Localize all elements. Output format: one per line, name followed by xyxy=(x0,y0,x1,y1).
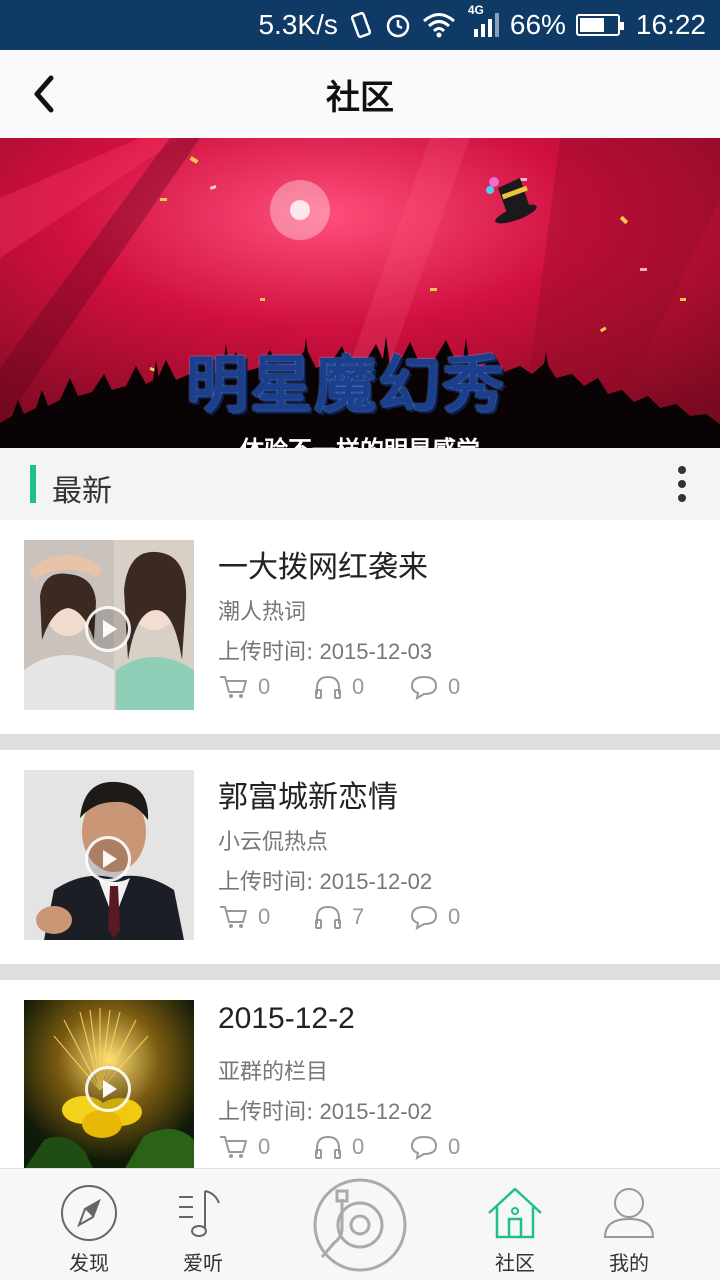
listen-count: 7 xyxy=(352,904,365,929)
cart-stat[interactable]: 0 xyxy=(218,1134,270,1160)
record-player-icon xyxy=(313,1178,407,1272)
upload-time-label: 上传时间: xyxy=(218,1100,314,1125)
item-subtitle: 小云侃热点 xyxy=(218,830,329,855)
nav-label: 社区 xyxy=(495,1251,535,1275)
network-type: 4G xyxy=(467,3,484,17)
comment-count: 0 xyxy=(448,674,461,699)
headphones-icon xyxy=(315,905,341,929)
list-item[interactable]: 一大拨网红袭来 潮人热词 上传时间: 2015-12-03 0 0 0 xyxy=(0,520,720,734)
user-icon xyxy=(603,1188,655,1238)
upload-time-label: 上传时间: xyxy=(218,640,314,665)
nav-label: 我的 xyxy=(609,1251,649,1275)
comment-icon xyxy=(410,675,438,700)
upload-time: 上传时间: 2015-12-02 xyxy=(218,1094,432,1126)
bottom-nav: 发现 爱听 社区 我的 xyxy=(0,1168,720,1280)
nav-label: 爱听 xyxy=(183,1251,223,1275)
listen-stat[interactable]: 0 xyxy=(314,1134,364,1160)
listen-count: 0 xyxy=(352,1134,365,1159)
clock: 16:22 xyxy=(635,9,706,40)
player-button[interactable] xyxy=(312,1177,408,1273)
battery-icon xyxy=(575,14,624,36)
upload-time-value: 2015-12-03 xyxy=(319,639,433,664)
item-stats: 0 7 0 xyxy=(218,904,498,934)
list-separator xyxy=(0,734,720,750)
chevron-left-icon xyxy=(34,75,54,113)
upload-time: 上传时间: 2015-12-02 xyxy=(218,864,432,896)
play-icon[interactable] xyxy=(85,606,131,652)
section-accent-bar xyxy=(30,465,36,503)
headphones-icon xyxy=(315,1135,341,1159)
comment-icon xyxy=(410,1135,438,1160)
headphones-icon xyxy=(315,675,341,699)
item-thumbnail xyxy=(24,770,194,940)
item-stats: 0 0 0 xyxy=(218,1134,498,1164)
comment-count: 0 xyxy=(448,1134,461,1159)
listen-stat[interactable]: 7 xyxy=(314,904,364,930)
compass-icon xyxy=(61,1185,117,1241)
section-title: 最新 xyxy=(52,474,112,509)
upload-time-label: 上传时间: xyxy=(218,870,314,895)
play-icon[interactable] xyxy=(85,1066,131,1112)
list-separator xyxy=(0,964,720,980)
item-title: 2015-12-2 xyxy=(218,1002,355,1035)
comment-stat[interactable]: 0 xyxy=(410,674,460,700)
content-list: 一大拨网红袭来 潮人热词 上传时间: 2015-12-03 0 0 0 郭富城新… xyxy=(0,520,720,1194)
nav-listen[interactable]: 爱听 xyxy=(148,1169,258,1280)
more-dot-icon xyxy=(678,494,686,502)
screen: 5.3K/s 4G 66% 16:22 社区 明星魔幻秀 最新 一大拨网红袭来 … xyxy=(0,0,720,1280)
banner-carousel[interactable]: 明星魔幻秀 体验不一样的明星感觉 xyxy=(0,138,720,448)
banner-subtitle: 体验不一样的明星感觉 xyxy=(240,430,480,448)
item-thumbnail xyxy=(24,540,194,710)
item-thumbnail xyxy=(24,1000,194,1170)
alarm-icon xyxy=(384,10,412,40)
network-speed: 5.3K/s xyxy=(258,9,338,40)
list-item[interactable]: 2015-12-2 亚群的栏目 上传时间: 2015-12-02 0 0 0 xyxy=(0,980,720,1194)
comment-icon xyxy=(410,905,438,930)
page-title: 社区 xyxy=(326,77,394,118)
cart-stat[interactable]: 0 xyxy=(218,904,270,930)
more-dot-icon xyxy=(678,466,686,474)
nav-label: 发现 xyxy=(69,1251,109,1275)
item-subtitle: 亚群的栏目 xyxy=(218,1060,329,1085)
header: 社区 xyxy=(0,50,720,138)
item-subtitle: 潮人热词 xyxy=(218,600,307,625)
cart-count: 0 xyxy=(258,674,271,699)
item-title: 一大拨网红袭来 xyxy=(218,550,428,585)
cart-icon xyxy=(220,676,247,698)
cart-stat[interactable]: 0 xyxy=(218,674,270,700)
more-dot-icon xyxy=(678,480,686,488)
comment-count: 0 xyxy=(448,904,461,929)
nav-discover[interactable]: 发现 xyxy=(34,1169,144,1280)
play-icon[interactable] xyxy=(85,836,131,882)
upload-time-value: 2015-12-02 xyxy=(319,1099,433,1124)
nav-mine[interactable]: 我的 xyxy=(574,1169,684,1280)
cart-icon xyxy=(220,906,247,928)
music-note-icon xyxy=(179,1190,220,1237)
battery-percent: 66% xyxy=(509,9,566,40)
listen-count: 0 xyxy=(352,674,365,699)
cart-count: 0 xyxy=(258,904,271,929)
item-stats: 0 0 0 xyxy=(218,674,498,704)
banner-title: 明星魔幻秀 xyxy=(186,348,507,421)
vibrate-icon xyxy=(348,10,374,40)
upload-time-value: 2015-12-02 xyxy=(319,869,433,894)
item-title: 郭富城新恋情 xyxy=(218,780,398,815)
status-bar: 5.3K/s 4G 66% 16:22 xyxy=(0,0,720,50)
nav-community[interactable]: 社区 xyxy=(460,1169,570,1280)
wifi-icon xyxy=(422,12,456,38)
cart-count: 0 xyxy=(258,1134,271,1159)
back-button[interactable] xyxy=(18,68,70,120)
comment-stat[interactable]: 0 xyxy=(410,1134,460,1160)
signal-icon: 4G xyxy=(466,3,500,39)
list-item[interactable]: 郭富城新恋情 小云侃热点 上传时间: 2015-12-02 0 7 0 xyxy=(0,750,720,964)
upload-time: 上传时间: 2015-12-03 xyxy=(218,634,432,666)
comment-stat[interactable]: 0 xyxy=(410,904,460,930)
listen-stat[interactable]: 0 xyxy=(314,674,364,700)
more-options-button[interactable] xyxy=(670,464,694,504)
cart-icon xyxy=(220,1136,247,1158)
section-header: 最新 xyxy=(0,448,720,520)
home-icon xyxy=(488,1187,542,1239)
